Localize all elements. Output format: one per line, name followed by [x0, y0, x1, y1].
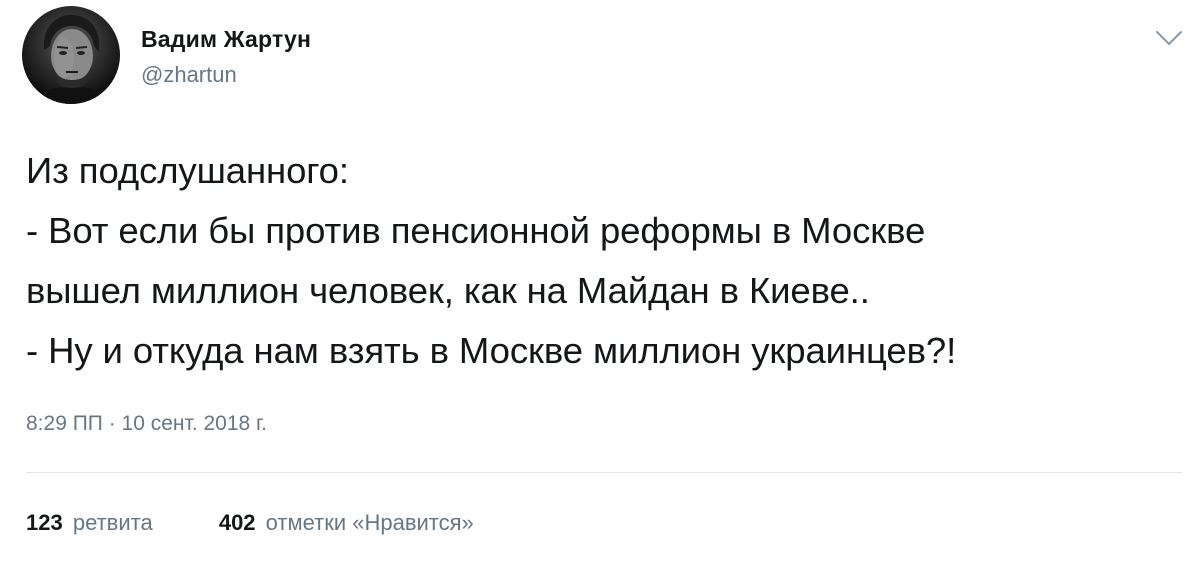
likes-label: отметки «Нравится»	[265, 510, 474, 535]
likes-stat[interactable]: 402 отметки «Нравится»	[219, 510, 474, 536]
tweet-text-line: - Ну и откуда нам взять в Москве миллион…	[26, 330, 957, 371]
tweet-text: Из подслушанного: - Вот если бы против п…	[26, 141, 1191, 381]
likes-count: 402	[218, 510, 256, 535]
tweet-text-line: Из подслушанного:	[26, 150, 349, 191]
tweet-card: Вадим Жартун @zhartun Из подслушанного: …	[0, 0, 1200, 565]
tweet-text-line: вышел миллион человек, как на Майдан в К…	[26, 270, 870, 311]
avatar[interactable]	[22, 6, 120, 104]
retweets-label: ретвита	[72, 510, 153, 535]
retweets-stat[interactable]: 123 ретвита	[26, 510, 153, 536]
tweet-stats: 123 ретвита 402 отметки «Нравится»	[26, 510, 534, 536]
author-info: Вадим Жартун @zhartun	[141, 26, 311, 88]
divider	[26, 472, 1182, 473]
tweet-menu-button[interactable]	[1154, 28, 1184, 48]
retweets-count: 123	[26, 510, 63, 535]
chevron-down-icon	[1156, 31, 1182, 45]
avatar-portrait-icon	[36, 14, 108, 104]
author-handle[interactable]: @zhartun	[141, 62, 311, 88]
tweet-timestamp[interactable]: 8:29 ПП · 10 сент. 2018 г.	[26, 412, 267, 436]
tweet-text-line: - Вот если бы против пенсионной реформы …	[26, 210, 926, 251]
author-display-name[interactable]: Вадим Жартун	[141, 26, 311, 53]
